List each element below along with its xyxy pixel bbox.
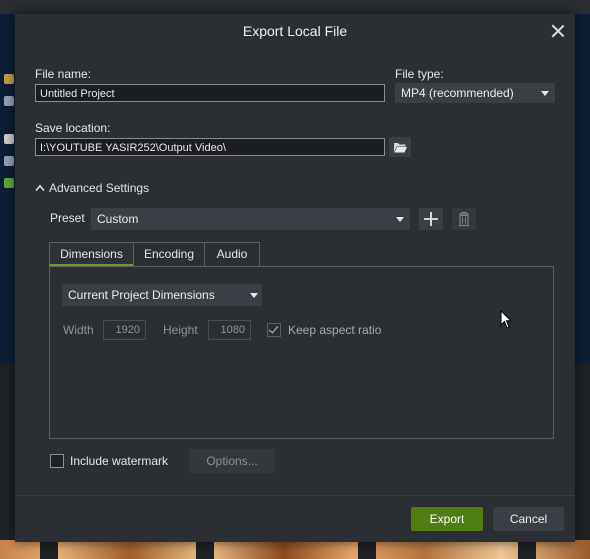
save-location-input[interactable]: I:\YOUTUBE YASIR252\Output Video\ <box>35 138 385 156</box>
export-button[interactable]: Export <box>411 507 483 531</box>
export-local-file-dialog: Export Local File File name: Untitled Pr… <box>15 14 575 542</box>
add-preset-button[interactable] <box>419 208 443 230</box>
watermark-options-button[interactable]: Options... <box>189 449 275 473</box>
file-name-label: File name: <box>35 67 92 81</box>
preset-label: Preset <box>50 211 85 225</box>
advanced-settings-label: Advanced Settings <box>49 181 150 195</box>
desktop-icon <box>4 178 14 188</box>
dialog-titlebar: Export Local File <box>15 14 575 48</box>
file-type-label: File type: <box>395 67 444 81</box>
background-desktop-right <box>575 14 590 364</box>
close-icon[interactable] <box>551 24 565 38</box>
include-watermark-checkbox[interactable] <box>50 454 64 468</box>
file-type-value: MP4 (recommended) <box>401 86 514 100</box>
tab-dimensions[interactable]: Dimensions <box>49 242 134 266</box>
mouse-cursor-icon <box>500 310 512 329</box>
preset-value: Custom <box>97 212 139 226</box>
background-app-toolbar <box>0 0 590 14</box>
chevron-down-icon <box>250 293 258 298</box>
tab-audio[interactable]: Audio <box>204 242 260 266</box>
chevron-down-icon <box>541 91 549 96</box>
trash-icon <box>459 211 469 227</box>
cancel-button[interactable]: Cancel <box>493 507 564 531</box>
include-watermark-label: Include watermark <box>70 454 169 468</box>
footer-divider <box>15 495 575 496</box>
plus-icon <box>424 212 438 226</box>
background-video-thumbnails <box>0 540 590 559</box>
dimensions-mode-select[interactable]: Current Project Dimensions <box>62 284 262 306</box>
delete-preset-button[interactable] <box>452 208 476 230</box>
width-input[interactable]: 1920 <box>103 320 146 340</box>
chevron-down-icon <box>396 217 404 222</box>
file-type-select[interactable]: MP4 (recommended) <box>395 83 555 103</box>
desktop-icon <box>4 74 14 84</box>
desktop-icon <box>4 156 14 166</box>
desktop-icon <box>4 96 14 106</box>
thumbnail-gap <box>358 540 376 559</box>
folder-open-icon[interactable] <box>389 137 411 157</box>
desktop-icon <box>4 134 14 144</box>
keep-aspect-ratio-checkbox[interactable] <box>267 323 281 337</box>
thumbnail-gap <box>518 540 536 559</box>
file-name-input[interactable]: Untitled Project <box>35 84 385 102</box>
checkmark-icon <box>268 323 279 334</box>
dialog-title: Export Local File <box>242 23 348 39</box>
height-label: Height <box>163 323 198 337</box>
advanced-settings-toggle[interactable]: Advanced Settings <box>35 181 175 197</box>
background-desktop-left <box>0 14 15 364</box>
keep-aspect-ratio-label: Keep aspect ratio <box>288 323 382 337</box>
save-location-label: Save location: <box>35 121 111 135</box>
height-input[interactable]: 1080 <box>208 320 251 340</box>
dimensions-mode-value: Current Project Dimensions <box>68 288 215 302</box>
dimensions-panel: Current Project Dimensions Width 1920 He… <box>49 266 554 439</box>
thumbnail-gap <box>40 540 58 559</box>
width-label: Width <box>63 323 94 337</box>
tab-encoding[interactable]: Encoding <box>133 242 205 266</box>
preset-select[interactable]: Custom <box>91 208 410 230</box>
chevron-up-icon <box>35 184 45 192</box>
thumbnail-gap <box>196 540 214 559</box>
